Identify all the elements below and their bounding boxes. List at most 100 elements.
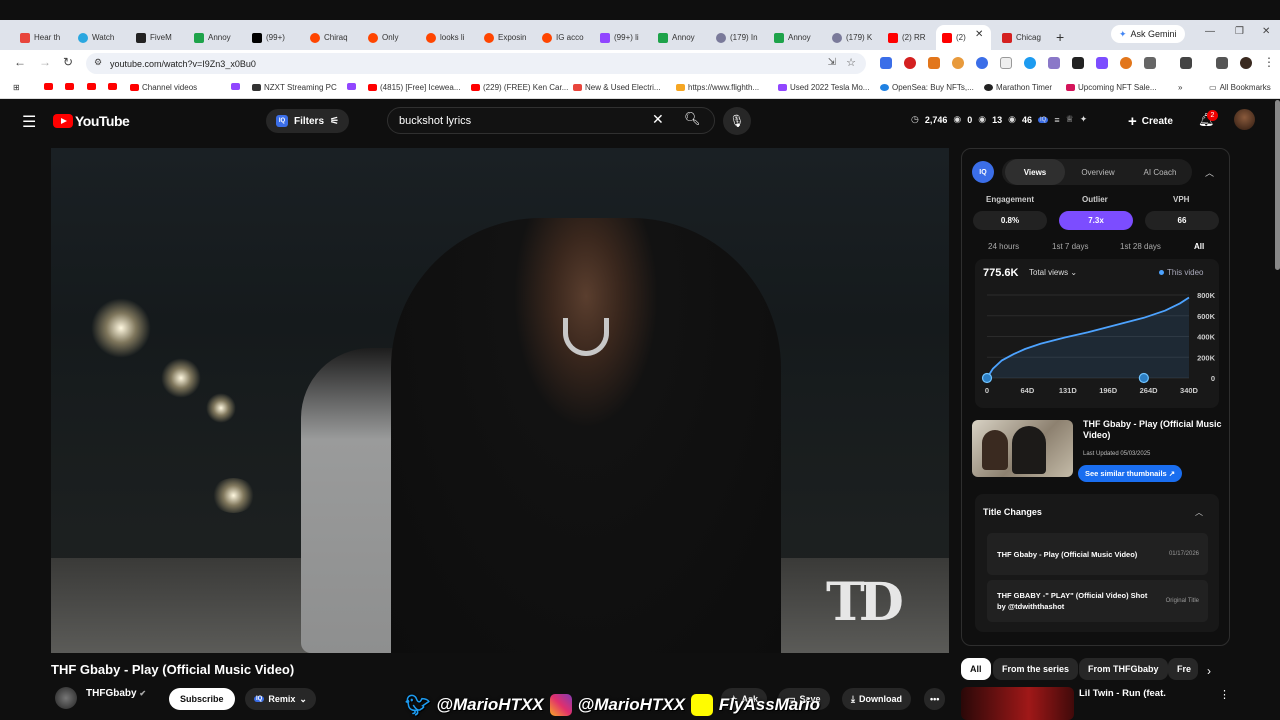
extension-icon[interactable] [1120,57,1132,69]
browser-tab[interactable]: Annoy [652,25,702,50]
menu-icon[interactable]: ☰ [22,112,36,132]
extension-icon[interactable] [976,57,988,69]
browser-tab[interactable]: (179) In [710,25,762,50]
trophy-icon[interactable]: ♕ [1066,114,1074,125]
back-icon[interactable]: ← [14,55,26,69]
video-player[interactable]: TD [51,148,949,653]
forward-icon[interactable]: → [39,55,51,69]
recommended-video-thumbnail[interactable] [961,687,1074,720]
more-bookmarks-icon[interactable]: » [1178,83,1182,92]
browser-tab[interactable]: (99+) [246,25,296,50]
apps-grid-icon[interactable]: ⊞ [13,83,20,92]
bookmark-item[interactable]: (4815) [Free] Icewea... [368,83,460,92]
browser-tab[interactable]: (2) RR [882,25,932,50]
extension-icon[interactable] [1048,57,1060,69]
search-icon[interactable]: 🔍︎ [684,111,701,127]
range-28-days[interactable]: 1st 28 days [1120,242,1161,251]
all-bookmarks-folder[interactable]: ▭ All Bookmarks [1209,83,1271,92]
bookmark-item[interactable]: Marathon Timer [984,83,1052,92]
page-scrollbar[interactable] [1275,100,1280,270]
iq-icon[interactable]: IQ [1038,116,1049,123]
reload-icon[interactable]: ↻ [63,55,73,69]
clear-search-icon[interactable]: ✕ [652,111,664,128]
range-24-hours[interactable]: 24 hours [988,242,1019,251]
extension-icon[interactable] [952,57,964,69]
bookmark-item[interactable] [231,83,243,90]
bookmark-item[interactable] [87,83,99,90]
ask-gemini-button[interactable]: ✦ Ask Gemini [1111,25,1185,43]
tab-overview[interactable]: Overview [1068,159,1128,185]
profile-avatar-icon[interactable] [1240,57,1252,69]
extension-icon[interactable] [1024,57,1036,69]
extension-icon[interactable] [1096,57,1108,69]
close-tab-icon[interactable]: ✕ [975,29,983,40]
minimize-icon[interactable]: — [1205,26,1215,37]
video-thumbnail[interactable] [972,420,1073,477]
create-button[interactable]: + Create [1128,111,1173,131]
filters-button[interactable]: IQ Filters ⚟ [266,109,349,133]
browser-tab[interactable]: IG acco [536,25,586,50]
views-metric-select[interactable]: Total views ⌄ [1029,268,1077,277]
restore-icon[interactable]: ❐ [1235,26,1244,37]
extension-icon[interactable] [1072,57,1084,69]
list-icon[interactable]: ≡ [1054,115,1059,125]
bookmark-item[interactable] [347,83,359,90]
browser-tab[interactable]: Annoy [188,25,238,50]
youtube-logo[interactable]: YouTube [53,113,130,129]
chip-from-channel[interactable]: From THFGbaby [1079,658,1168,680]
sparkle-icon[interactable]: ✦ [1080,114,1088,125]
bookmark-item[interactable]: NZXT Streaming PC [252,83,337,92]
bookmark-item[interactable]: New & Used Electri... [573,83,661,92]
more-options-icon[interactable]: ⋮ [1219,688,1230,701]
subscribe-button[interactable]: Subscribe [169,688,235,710]
see-similar-thumbnails-button[interactable]: See similar thumbnails ↗ [1078,465,1183,482]
channel-name[interactable]: THFGbaby ✔ [86,688,146,699]
browser-tab[interactable]: Exposin [478,25,528,50]
chevron-up-icon[interactable]: ︿ [1205,166,1214,179]
range-7-days[interactable]: 1st 7 days [1052,242,1088,251]
media-icon[interactable] [1216,57,1228,69]
browser-tab[interactable]: FiveM [130,25,180,50]
url-field[interactable]: ⚙ youtube.com/watch?v=I9Zn3_x0Bu0 ⇲ ☆ [86,53,866,74]
bookmark-item[interactable]: Channel videos [130,83,197,92]
chevron-up-icon[interactable]: ︿ [1195,507,1203,518]
metamask-icon[interactable] [928,57,940,69]
bookmark-item[interactable]: (229) (FREE) Ken Car... [471,83,568,92]
new-tab-button[interactable]: + [1056,29,1064,45]
bookmark-item[interactable] [108,83,120,90]
extensions-puzzle-icon[interactable] [1144,57,1156,69]
tab-ai-coach[interactable]: AI Coach [1130,159,1190,185]
browser-tab[interactable]: Hear th [14,25,64,50]
browser-tab[interactable]: Chicag [996,25,1046,50]
site-info-icon[interactable]: ⚙ [94,57,102,68]
bookmark-item[interactable] [65,83,77,90]
remix-button[interactable]: IQ Remix ⌄ [245,688,316,710]
browser-tab[interactable]: Watch [72,25,122,50]
browser-tab[interactable]: looks li [420,25,470,50]
browser-tab[interactable]: Annoy [768,25,818,50]
chip-free[interactable]: Fre [1168,658,1198,680]
sidepanel-icon[interactable] [1180,57,1192,69]
download-button[interactable]: ⤓ Download [842,688,911,710]
channel-avatar[interactable] [55,687,77,709]
more-actions-icon[interactable]: ••• [924,688,946,710]
bookmark-star-icon[interactable]: ☆ [846,56,856,69]
browser-tab[interactable]: Only [362,25,412,50]
bookmark-item[interactable]: Used 2022 Tesla Mo... [778,83,869,92]
browser-menu-icon[interactable]: ⋮ [1263,55,1275,69]
microphone-icon[interactable]: 🎙︎ [723,107,751,135]
tab-views[interactable]: Views [1005,159,1065,185]
extension-icon[interactable] [904,57,916,69]
bookmark-item[interactable] [44,83,56,90]
bookmark-item[interactable]: OpenSea: Buy NFTs,... [880,83,974,92]
browser-tab[interactable]: Chiraq [304,25,354,50]
browser-tab[interactable]: (179) K [826,25,878,50]
browser-tab[interactable]: (99+) li [594,25,644,50]
search-input[interactable]: buckshot lyrics [387,107,715,134]
close-window-icon[interactable]: ✕ [1262,26,1270,37]
chip-from-series[interactable]: From the series [993,658,1079,680]
install-icon[interactable]: ⇲ [828,57,836,68]
chevron-right-icon[interactable]: › [1207,664,1211,678]
range-all[interactable]: All [1194,242,1204,251]
chip-all[interactable]: All [961,658,991,680]
